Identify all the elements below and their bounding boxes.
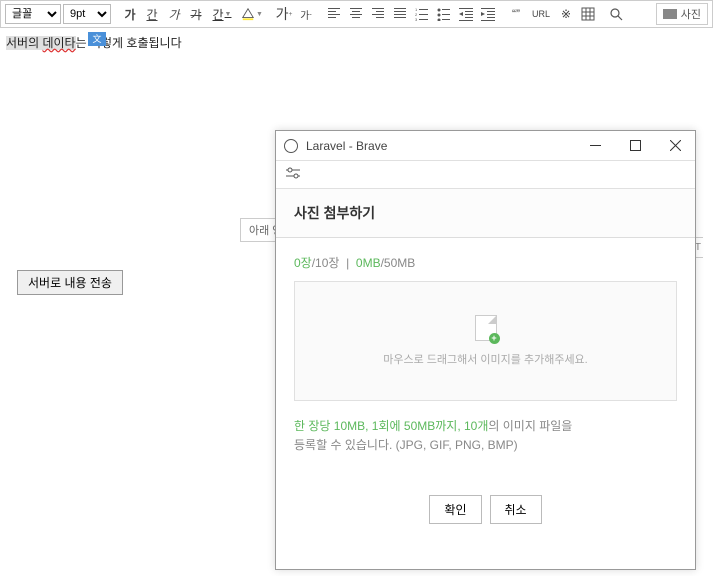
cancel-button[interactable]: 취소 xyxy=(490,495,542,524)
dropzone-text: 마우스로 드래그해서 이미지를 추가해주세요. xyxy=(383,351,588,367)
browser-icon xyxy=(284,139,298,153)
minimize-button[interactable] xyxy=(583,134,607,158)
bgcolor-button[interactable]: ▼ xyxy=(238,4,266,24)
info-rest2: 등록할 수 있습니다. (JPG, GIF, PNG, BMP) xyxy=(294,438,518,452)
table-button[interactable] xyxy=(578,4,598,24)
popup-body: 0장/10장 | 0MB/50MB + 마우스로 드래그해서 이미지를 추가해주… xyxy=(276,238,695,540)
quota-count-max: /10장 xyxy=(312,256,340,270)
svg-text:3: 3 xyxy=(415,17,418,21)
font-size-select[interactable]: 9pt xyxy=(63,4,111,24)
maximize-button[interactable] xyxy=(623,134,647,158)
editor-content: 서버의 데이타는 이렇게 호출됩니다 xyxy=(6,34,707,53)
selected-text: 서버의 xyxy=(6,36,42,50)
align-center-button[interactable] xyxy=(346,4,366,24)
photo-upload-popup: Laravel - Brave 사진 첨부하기 0장/10장 | 0MB/50M… xyxy=(275,130,696,570)
italic-button[interactable]: 가 xyxy=(164,4,184,24)
indent-button[interactable] xyxy=(478,4,498,24)
find-button[interactable] xyxy=(606,4,626,24)
font-family-select[interactable]: 글꼴 xyxy=(5,4,61,24)
popup-subtoolbar xyxy=(276,161,695,189)
fontsize-up-button[interactable]: 가+ xyxy=(274,4,294,24)
close-button[interactable] xyxy=(663,134,687,158)
popup-header: 사진 첨부하기 xyxy=(276,189,695,238)
quote-button[interactable]: “” xyxy=(506,4,526,24)
ordered-list-button[interactable]: 123 xyxy=(412,4,432,24)
file-dropzone[interactable]: + 마우스로 드래그해서 이미지를 추가해주세요. xyxy=(294,281,677,401)
submit-button[interactable]: 서버로 내용 전송 xyxy=(17,270,123,295)
underline-button[interactable]: 간 xyxy=(142,4,162,24)
align-right-button[interactable] xyxy=(368,4,388,24)
settings-icon[interactable] xyxy=(286,166,300,183)
fontcolor-button[interactable]: 간▼ xyxy=(208,4,236,24)
upload-info: 한 장당 10MB, 1회에 50MB까지, 10개의 이미지 파일을 등록할 … xyxy=(294,417,677,455)
bold-button[interactable]: 가 xyxy=(120,4,140,24)
align-justify-button[interactable] xyxy=(390,4,410,24)
photo-button[interactable]: 사진 xyxy=(656,3,708,25)
info-rest1: 의 이미지 파일을 xyxy=(488,419,572,433)
translate-widget[interactable]: 文 xyxy=(88,32,106,46)
strike-button[interactable]: 갸 xyxy=(186,4,206,24)
spellcheck-text: 데이타 xyxy=(42,36,75,50)
file-add-icon: + xyxy=(475,315,497,341)
url-button[interactable]: URL xyxy=(528,4,554,24)
quota-size-max: /50MB xyxy=(381,256,416,270)
quota-size-current: 0MB xyxy=(356,256,381,270)
fontsize-down-button[interactable]: 가- xyxy=(296,4,316,24)
special-char-button[interactable]: ※ xyxy=(556,4,576,24)
align-left-button[interactable] xyxy=(324,4,344,24)
quota-count-current: 0장 xyxy=(294,256,312,270)
photo-icon xyxy=(663,9,677,19)
outdent-button[interactable] xyxy=(456,4,476,24)
info-highlight: 한 장당 10MB, 1회에 50MB까지, 10개 xyxy=(294,419,488,433)
popup-titlebar[interactable]: Laravel - Brave xyxy=(276,131,695,161)
editor-toolbar: 글꼴 9pt 가 간 가 갸 간▼ ▼ 가+ 가- 123 “” URL ※ xyxy=(0,0,713,28)
upload-quota: 0장/10장 | 0MB/50MB xyxy=(294,254,677,271)
ok-button[interactable]: 확인 xyxy=(429,495,481,524)
popup-title: Laravel - Brave xyxy=(306,139,387,153)
unordered-list-button[interactable] xyxy=(434,4,454,24)
photo-label: 사진 xyxy=(681,6,701,22)
